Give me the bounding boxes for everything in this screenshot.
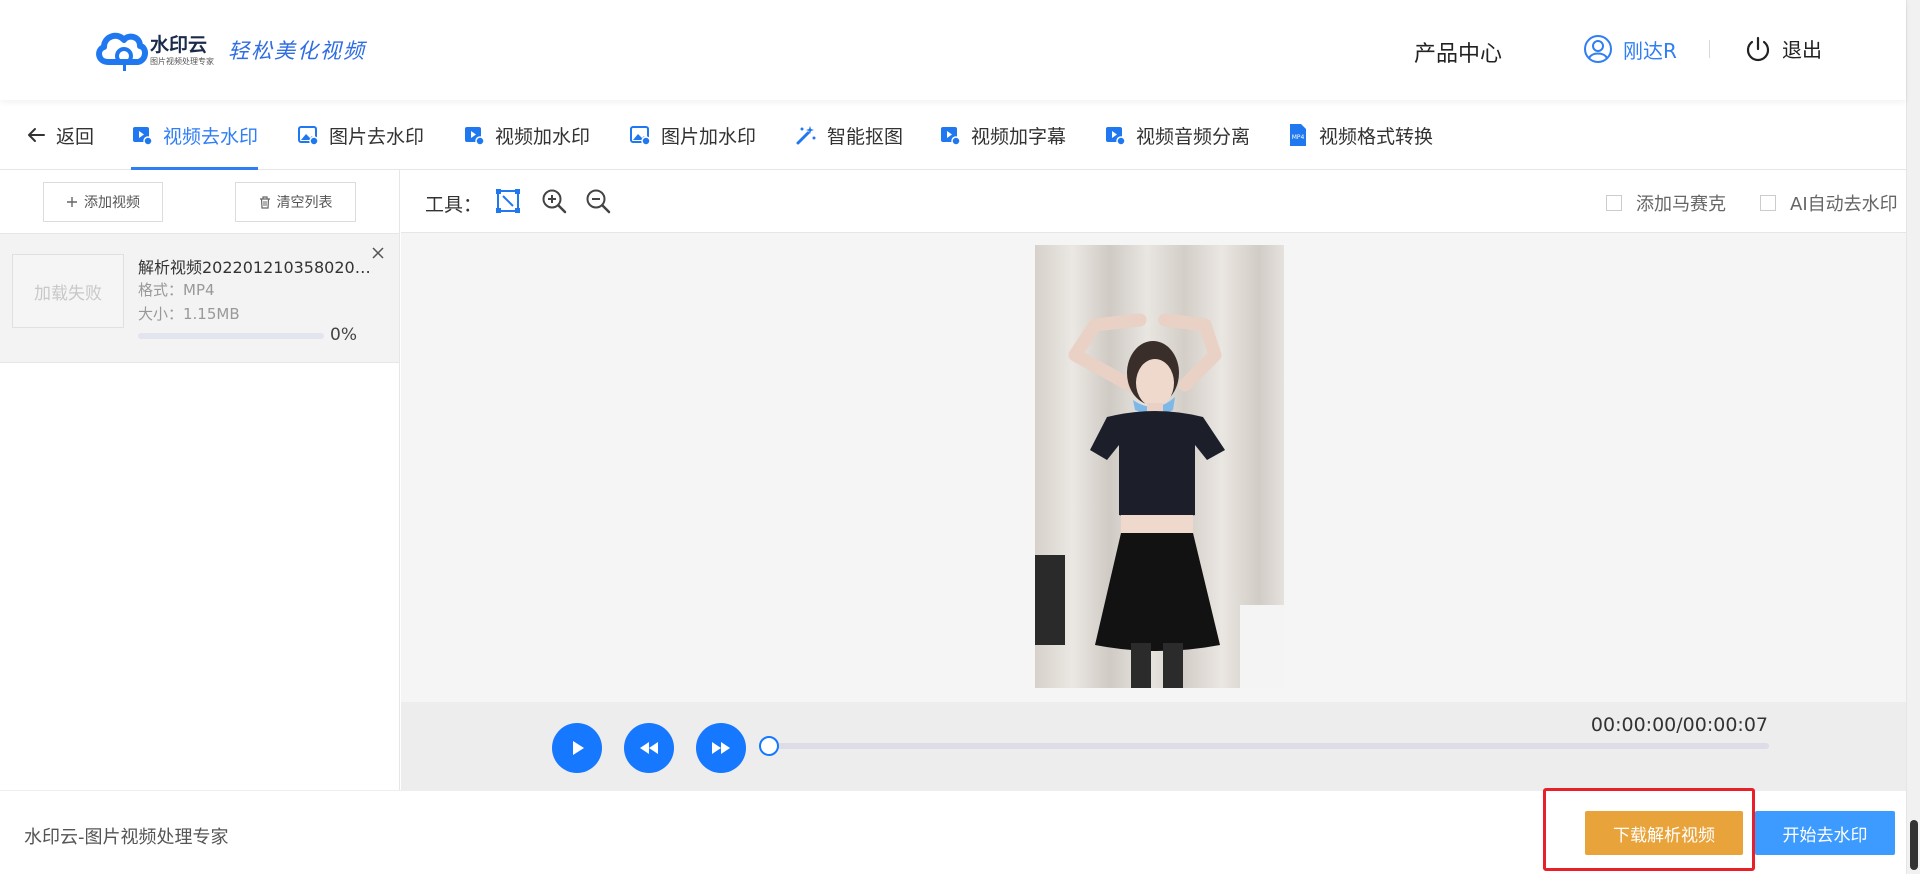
play-icon: [573, 741, 584, 755]
logo[interactable]: 水印云 图片视频处理专家 轻松美化视频: [94, 28, 366, 72]
header-divider: [1709, 40, 1710, 58]
tab-image-add-watermark[interactable]: 图片加水印: [629, 100, 756, 170]
file-size: 大小：1.15MB: [138, 305, 240, 323]
rewind-button[interactable]: [624, 723, 674, 773]
logo-cloud-icon: [96, 32, 148, 71]
tab-label: 智能抠图: [827, 125, 904, 148]
add-mosaic-checkbox[interactable]: [1606, 195, 1622, 211]
trash-icon: [259, 195, 270, 209]
logo-name: 水印云: [150, 33, 208, 56]
tab-label: 视频加水印: [495, 125, 591, 148]
username: 刚达R: [1623, 38, 1677, 63]
tab-video-add-watermark[interactable]: 视频加水印: [463, 100, 590, 170]
file-list-item[interactable]: 加载失败 解析视频20220121035802013... 格式：MP4 大小：…: [0, 233, 399, 363]
video-thumbnail: 加载失败: [12, 254, 124, 328]
video-icon: [1106, 127, 1126, 146]
close-icon: [372, 247, 384, 259]
tab-label: 视频去水印: [163, 125, 259, 148]
fast-forward-icon: [712, 742, 730, 754]
file-progress-bar: [138, 333, 324, 339]
ai-auto-remove-option[interactable]: AI自动去水印: [1760, 190, 1898, 216]
video-icon: [465, 127, 485, 146]
arrow-left-icon: [28, 128, 45, 142]
tab-smart-cutout[interactable]: 智能抠图: [795, 100, 903, 170]
zoom-out-tool[interactable]: [585, 188, 611, 218]
zoom-in-tool[interactable]: [541, 188, 567, 218]
app-header: 水印云 图片视频处理专家 轻松美化视频 产品中心 刚达R 退出: [0, 0, 1906, 100]
file-list-panel: 添加视频 清空列表 加载失败 解析视频20220121035802013... …: [0, 170, 400, 790]
page-scrollbar[interactable]: [1906, 0, 1920, 874]
ai-auto-remove-checkbox[interactable]: [1760, 195, 1776, 211]
logout-label: 退出: [1782, 38, 1822, 62]
tab-video-format-convert[interactable]: MP4 视频格式转换: [1287, 100, 1433, 170]
rewind-icon: [640, 742, 658, 754]
tool-bar: 工具： 添加马赛克 AI自动去水印: [401, 170, 1906, 233]
user-icon: [1584, 35, 1612, 63]
add-mosaic-option[interactable]: 添加马赛克: [1606, 190, 1726, 216]
zoom-out-icon: [586, 189, 611, 214]
seek-handle[interactable]: [759, 736, 779, 756]
video-icon: [941, 127, 961, 146]
back-label: 返回: [56, 125, 95, 148]
playback-time: 00:00:00/00:00:07: [1590, 714, 1768, 736]
select-region-tool[interactable]: [495, 188, 521, 218]
clear-list-button[interactable]: 清空列表: [235, 182, 356, 222]
select-region-icon: [496, 189, 520, 213]
tab-label: 图片加水印: [661, 125, 757, 148]
video-frame[interactable]: [1035, 245, 1284, 688]
product-center-link[interactable]: 产品中心: [1414, 36, 1502, 68]
video-preview-image: [1035, 245, 1284, 688]
magic-wand-icon: [796, 126, 816, 145]
power-icon: [1746, 36, 1770, 61]
seek-bar[interactable]: [769, 743, 1769, 749]
tab-label: 视频音频分离: [1136, 125, 1251, 148]
tab-label: 图片去水印: [329, 125, 425, 148]
add-video-button[interactable]: 添加视频: [43, 182, 163, 222]
file-progress-percent: 0%: [330, 325, 357, 345]
remove-file-button[interactable]: [371, 244, 385, 265]
mp4-file-icon: MP4: [1290, 124, 1306, 146]
download-parsed-video-button[interactable]: 下载解析视频: [1585, 811, 1743, 855]
footer-brand: 水印云-图片视频处理专家: [24, 827, 229, 848]
plus-icon: [67, 197, 77, 207]
footer-bar: 水印云-图片视频处理专家 下载解析视频 开始去水印: [0, 788, 1906, 874]
tab-label: 视频加字幕: [971, 125, 1067, 148]
user-menu[interactable]: 刚达R: [1583, 34, 1677, 64]
back-button[interactable]: 返回: [26, 100, 94, 170]
logout-button[interactable]: 退出: [1744, 34, 1822, 63]
zoom-in-icon: [542, 189, 567, 214]
svg-text:MP4: MP4: [1292, 134, 1305, 141]
logo-subtitle: 图片视频处理专家: [150, 56, 214, 66]
fast-forward-button[interactable]: [696, 723, 746, 773]
thumbnail-error-text: 加载失败: [34, 283, 102, 304]
image-icon: [630, 126, 651, 146]
play-button[interactable]: [552, 723, 602, 773]
tab-image-remove-watermark[interactable]: 图片去水印: [297, 100, 424, 170]
add-video-label: 添加视频: [84, 195, 140, 211]
clear-list-label: 清空列表: [276, 195, 333, 211]
tab-video-remove-watermark[interactable]: 视频去水印: [131, 100, 259, 170]
image-icon: [298, 126, 319, 146]
tab-video-subtitles[interactable]: 视频加字幕: [939, 100, 1066, 170]
start-remove-watermark-button[interactable]: 开始去水印: [1755, 811, 1895, 855]
tab-label: 视频格式转换: [1319, 125, 1434, 148]
tools-label: 工具：: [425, 194, 483, 216]
tab-audio-video-split[interactable]: 视频音频分离: [1104, 100, 1250, 170]
logo-slogan: 轻松美化视频: [228, 39, 366, 63]
file-name: 解析视频20220121035802013...: [138, 258, 378, 277]
video-icon: [133, 127, 153, 146]
ai-auto-remove-label: AI自动去水印: [1790, 194, 1898, 215]
add-mosaic-label: 添加马赛克: [1636, 194, 1726, 215]
video-preview-area: [401, 233, 1906, 702]
file-format: 格式：MP4: [138, 281, 215, 299]
player-controls: 00:00:00/00:00:07: [401, 702, 1906, 790]
scrollbar-thumb[interactable]: [1910, 820, 1918, 870]
feature-tabs: 返回 视频去水印 图片去水印 视频加水印 图片加水印 智能抠图 视频加字幕 视频…: [0, 100, 1906, 170]
